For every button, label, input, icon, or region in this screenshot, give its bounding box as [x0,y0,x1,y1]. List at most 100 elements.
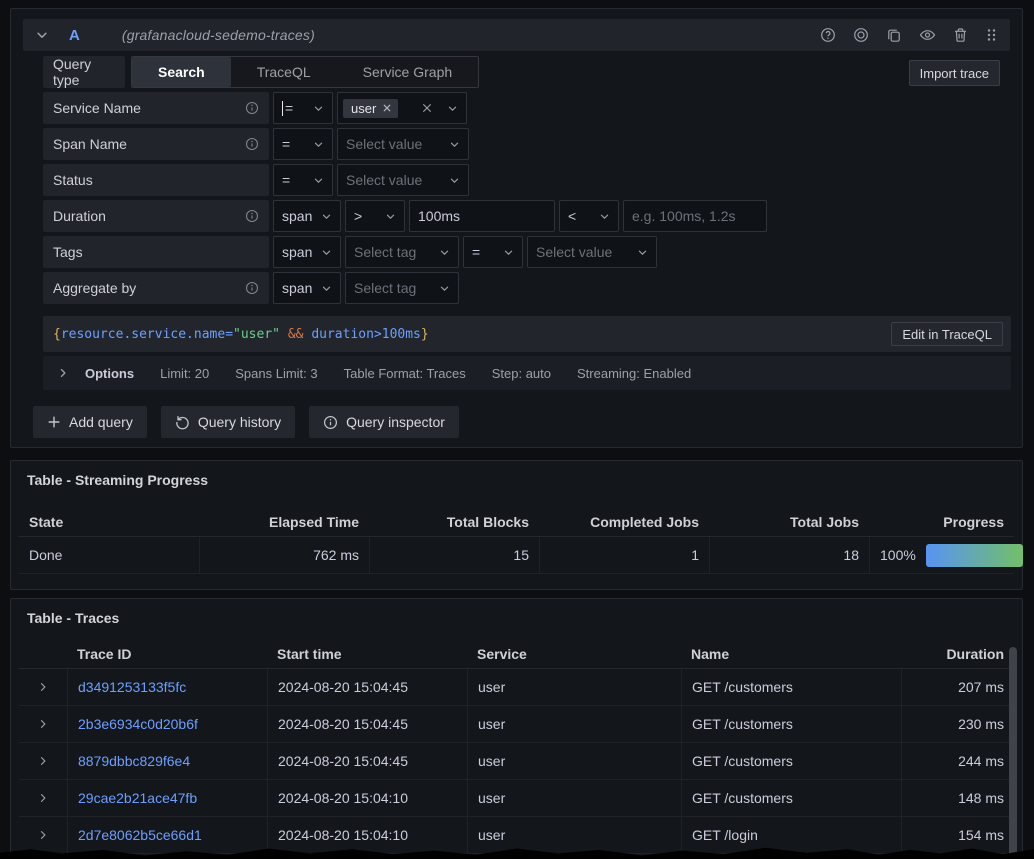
collapse-query-icon[interactable] [35,28,49,42]
duration-max-input[interactable]: e.g. 100ms, 1.2s [623,200,767,232]
service-name-label: Service Name [43,92,269,124]
trace-id-link[interactable]: 8879dbbc829f6e4 [78,753,190,769]
trace-id-link[interactable]: 2d7e8062b5ce66d1 [78,827,202,843]
table-scrollbar [1009,647,1017,859]
aggregate-scope-select[interactable]: span [273,272,341,304]
cell-total-blocks: 15 [369,537,539,573]
status-label: Status [43,164,269,196]
info-icon[interactable] [245,137,259,151]
cell-start-time: 2024-08-20 15:04:45 [267,669,467,705]
chevron-down-icon [443,139,460,150]
info-circle-icon [323,415,338,430]
cell-duration: 207 ms [901,669,1014,705]
cell-name: GET /customers [681,669,901,705]
drag-handle-icon[interactable] [985,27,998,43]
duration-min-input[interactable]: 100ms [409,200,555,232]
tags-operator-select[interactable]: = [463,236,523,268]
col-progress[interactable]: Progress [869,514,1014,530]
chevron-right-icon [57,367,69,379]
duration-label: Duration [43,200,269,232]
clear-value-icon[interactable] [421,102,433,114]
cell-start-time: 2024-08-20 15:04:10 [267,780,467,816]
tab-traceql[interactable]: TraceQL [231,57,337,87]
progress-bar [926,544,1023,567]
cell-duration: 230 ms [901,706,1014,742]
service-name-value-multiselect[interactable]: user [337,92,467,124]
duplicate-query-icon[interactable] [886,27,902,43]
expand-row-icon[interactable] [37,681,49,693]
chevron-down-icon [315,283,332,294]
edit-in-traceql-button[interactable]: Edit in TraceQL [891,322,1003,346]
value-chip[interactable]: user [343,99,398,118]
col-start-time[interactable]: Start time [267,646,467,662]
status-value-select[interactable]: Select value [337,164,469,196]
query-row-header[interactable]: A (grafanacloud-sedemo-traces) [23,19,1010,51]
cell-duration: 148 ms [901,780,1014,816]
table-row: d3491253133f5fc 2024-08-20 15:04:45 user… [19,669,1014,706]
chevron-down-icon [497,247,514,258]
tags-scope-select[interactable]: span [273,236,341,268]
query-inspector-button[interactable]: Query inspector [309,406,459,438]
info-icon[interactable] [245,101,259,115]
col-trace-id[interactable]: Trace ID [67,646,267,662]
chevron-down-icon [443,175,460,186]
aggregate-tag-select[interactable]: Select tag [345,272,459,304]
expand-row-icon[interactable] [37,792,49,804]
span-name-label: Span Name [43,128,269,160]
span-name-value-select[interactable]: Select value [337,128,469,160]
col-state[interactable]: State [19,514,199,530]
table-row: 2b3e6934c0d20b6f 2024-08-20 15:04:45 use… [19,706,1014,743]
cell-service: user [467,743,681,779]
traceql-query-preview: {resource.service.name="user" && duratio… [53,327,429,342]
query-history-button[interactable]: Query history [161,406,295,438]
cell-service: user [467,669,681,705]
duration-scope-select[interactable]: span [273,200,341,232]
col-elapsed-time[interactable]: Elapsed Time [199,514,369,530]
col-total-blocks[interactable]: Total Blocks [369,514,539,530]
duration-min-operator-select[interactable]: > [345,200,405,232]
toggle-visibility-icon[interactable] [919,27,936,43]
info-icon[interactable] [245,209,259,223]
chevron-down-icon [433,283,450,294]
grafana-query-editor-page: A (grafanacloud-sedemo-traces) [0,0,1034,859]
query-type-tabs: Search TraceQL Service Graph [131,56,479,88]
cell-start-time: 2024-08-20 15:04:10 [267,817,467,853]
tags-tag-select[interactable]: Select tag [345,236,459,268]
panel-title[interactable]: Table - Traces [27,610,119,626]
add-query-button[interactable]: Add query [33,406,147,438]
query-ref-id: A [69,27,80,44]
service-name-operator-select[interactable]: = [273,92,333,124]
expand-row-icon[interactable] [37,755,49,767]
expand-row-icon[interactable] [37,718,49,730]
scrollbar-thumb[interactable] [1009,647,1017,859]
span-name-operator-select[interactable]: = [273,128,333,160]
option-step: Step: auto [492,366,551,381]
expand-row-icon[interactable] [37,829,49,841]
col-duration[interactable]: Duration [901,646,1014,662]
trace-id-link[interactable]: 29cae2b21ace47fb [78,790,197,806]
chevron-down-icon [379,211,396,222]
remove-chip-icon[interactable] [382,103,392,113]
cell-name: GET /customers [681,706,901,742]
delete-query-icon[interactable] [953,27,968,43]
query-editor-panel: A (grafanacloud-sedemo-traces) [10,8,1023,448]
panel-title[interactable]: Table - Streaming Progress [27,472,208,488]
traces-table-header: Trace ID Start time Service Name Duratio… [19,639,1014,669]
info-icon[interactable] [245,281,259,295]
datasource-name: (grafanacloud-sedemo-traces) [122,27,315,43]
col-name[interactable]: Name [681,646,901,662]
col-total-jobs[interactable]: Total Jobs [709,514,869,530]
col-completed-jobs[interactable]: Completed Jobs [539,514,709,530]
tags-value-select[interactable]: Select value [527,236,657,268]
options-collapsible-row[interactable]: Options Limit: 20 Spans Limit: 3 Table F… [43,356,1011,390]
trace-id-link[interactable]: d3491253133f5fc [78,679,186,695]
col-service[interactable]: Service [467,646,681,662]
status-operator-select[interactable]: = [273,164,333,196]
tab-service-graph[interactable]: Service Graph [337,57,478,87]
tab-search[interactable]: Search [132,57,231,87]
record-datasource-icon[interactable] [853,27,869,43]
duration-max-operator-select[interactable]: < [559,200,619,232]
trace-id-link[interactable]: 2b3e6934c0d20b6f [78,716,198,732]
import-trace-button[interactable]: Import trace [909,60,1000,86]
help-icon[interactable] [820,27,836,43]
